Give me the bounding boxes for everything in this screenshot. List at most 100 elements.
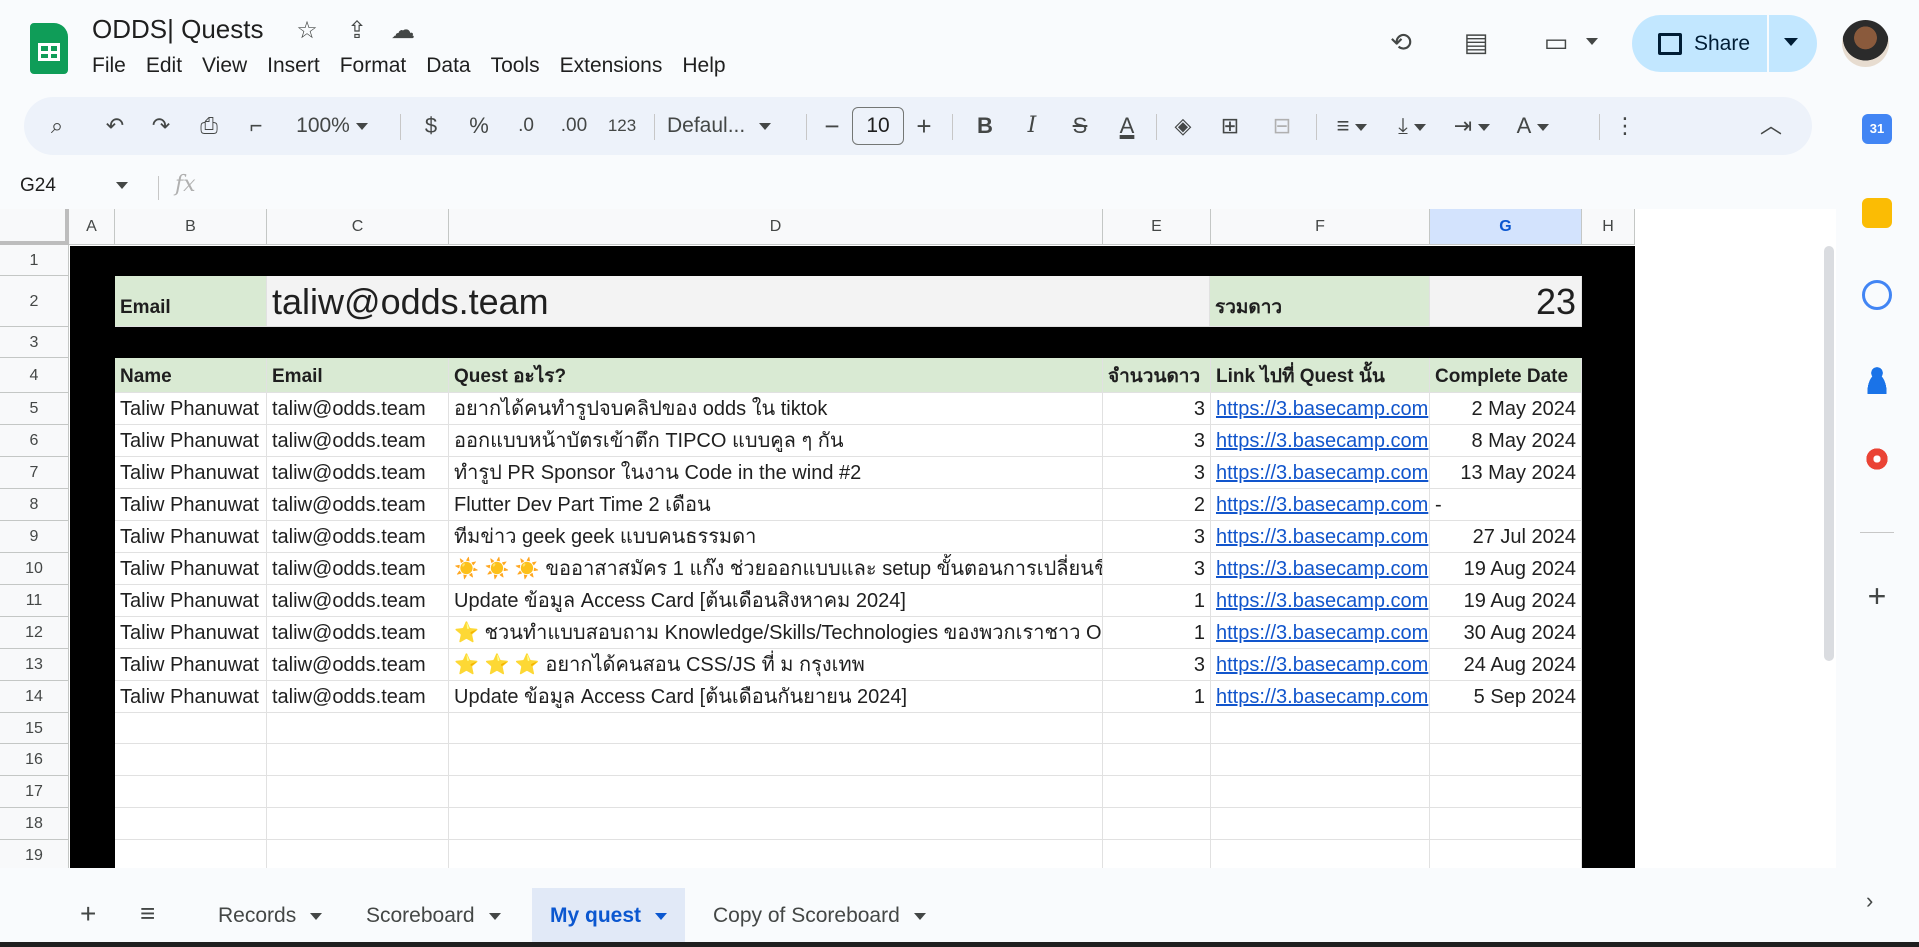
horizontal-align-icon[interactable]: ≡ xyxy=(1329,97,1375,155)
empty-cell[interactable] xyxy=(1430,744,1582,776)
version-history-icon[interactable]: ⟲ xyxy=(1381,22,1421,62)
chevron-down-icon[interactable] xyxy=(488,912,501,920)
table-cell-stars[interactable]: 3 xyxy=(1103,521,1211,553)
empty-cell[interactable] xyxy=(1211,776,1430,808)
font-select[interactable]: Defaul... xyxy=(667,97,797,155)
chevron-down-icon[interactable] xyxy=(310,912,323,920)
table-cell-date[interactable]: 2 May 2024 xyxy=(1430,393,1582,425)
strikethrough-button[interactable]: S xyxy=(1065,97,1095,155)
row-header-10[interactable]: 10 xyxy=(0,553,69,585)
table-cell-quest[interactable]: อยากได้คนทำรูปจบคลิปของ odds ใน tiktok xyxy=(449,393,1103,425)
vertical-scrollbar[interactable] xyxy=(1824,246,1834,661)
row-header-7[interactable]: 7 xyxy=(0,457,69,489)
bold-button[interactable]: B xyxy=(970,97,1000,155)
table-cell-date[interactable]: 19 Aug 2024 xyxy=(1430,553,1582,585)
sheet-tab-3[interactable]: Copy of Scoreboard xyxy=(695,888,944,943)
comments-icon[interactable]: ▤ xyxy=(1456,22,1496,62)
table-cell-name[interactable]: Taliw Phanuwat xyxy=(115,617,267,649)
table-cell-name[interactable]: Taliw Phanuwat xyxy=(115,489,267,521)
empty-cell[interactable] xyxy=(267,840,449,868)
table-header-4[interactable]: Link ไปที่ Quest นั้น xyxy=(1211,358,1430,393)
table-cell-email[interactable]: taliw@odds.team xyxy=(267,393,449,425)
empty-cell[interactable] xyxy=(115,744,267,776)
spreadsheet-grid[interactable]: A B C D E F G H 1 2 3 4 5 6 7 8 9 10 11 12 13 14 15 16 17 18 19 Ema… xyxy=(0,209,1836,868)
table-cell-link[interactable]: https://3.basecamp.com xyxy=(1211,681,1430,713)
zoom-select[interactable]: 100% xyxy=(286,97,378,155)
menu-tools[interactable]: Tools xyxy=(481,52,550,80)
font-size-input[interactable]: 10 xyxy=(852,107,904,145)
empty-cell[interactable] xyxy=(449,713,1103,744)
empty-cell[interactable] xyxy=(115,776,267,808)
row-header-3[interactable]: 3 xyxy=(0,327,69,358)
row-header-15[interactable]: 15 xyxy=(0,713,69,744)
share-dropdown-icon[interactable] xyxy=(1784,38,1798,46)
empty-cell[interactable] xyxy=(1211,744,1430,776)
text-color-button[interactable]: A xyxy=(1110,97,1144,155)
text-rotation-icon[interactable]: A xyxy=(1510,97,1556,155)
table-cell-date[interactable]: 5 Sep 2024 xyxy=(1430,681,1582,713)
table-cell-stars[interactable]: 3 xyxy=(1103,553,1211,585)
more-formats-button[interactable]: 123 xyxy=(602,97,642,155)
decrease-font-size-icon[interactable]: − xyxy=(817,97,847,155)
row-header-11[interactable]: 11 xyxy=(0,585,69,617)
chevron-down-icon[interactable] xyxy=(913,912,926,920)
table-cell-link[interactable]: https://3.basecamp.com xyxy=(1211,393,1430,425)
table-cell-email[interactable]: taliw@odds.team xyxy=(267,489,449,521)
meet-camera-icon[interactable]: ▭ xyxy=(1536,22,1576,62)
table-cell-name[interactable]: Taliw Phanuwat xyxy=(115,457,267,489)
italic-button[interactable]: I xyxy=(1017,97,1047,155)
sheet-tab-2[interactable]: My quest xyxy=(532,888,686,943)
empty-cell[interactable] xyxy=(1211,840,1430,868)
vertical-align-icon[interactable]: ⤓ xyxy=(1389,97,1435,155)
row-header-19[interactable]: 19 xyxy=(0,840,69,868)
chevron-down-icon[interactable] xyxy=(655,912,668,920)
table-cell-link[interactable]: https://3.basecamp.com xyxy=(1211,489,1430,521)
text-wrapping-icon[interactable]: ⇥ xyxy=(1449,97,1495,155)
formula-input[interactable] xyxy=(208,171,1808,203)
table-cell-link[interactable]: https://3.basecamp.com xyxy=(1211,425,1430,457)
table-cell-date[interactable]: - xyxy=(1430,489,1582,521)
percent-button[interactable]: % xyxy=(464,97,494,155)
borders-icon[interactable]: ⊞ xyxy=(1214,97,1246,155)
table-cell-stars[interactable]: 1 xyxy=(1103,681,1211,713)
table-header-3[interactable]: จำนวนดาว xyxy=(1103,358,1211,393)
column-header-g[interactable]: G xyxy=(1430,209,1582,245)
table-cell-link[interactable]: https://3.basecamp.com xyxy=(1211,521,1430,553)
empty-cell[interactable] xyxy=(267,713,449,744)
maps-icon[interactable] xyxy=(1862,447,1892,477)
show-side-panel-icon[interactable]: › xyxy=(1866,888,1873,914)
get-addons-icon[interactable]: + xyxy=(1862,578,1892,615)
empty-cell[interactable] xyxy=(1430,840,1582,868)
table-cell-date[interactable]: 30 Aug 2024 xyxy=(1430,617,1582,649)
table-cell-quest[interactable]: Update ข้อมูล Access Card [ต้นเดือนสิงหา… xyxy=(449,585,1103,617)
empty-cell[interactable] xyxy=(1430,713,1582,744)
collapse-toolbar-icon[interactable]: ︿ xyxy=(1756,97,1786,155)
increase-decimal-button[interactable]: .00 xyxy=(554,97,594,155)
row-header-18[interactable]: 18 xyxy=(0,808,69,840)
table-cell-email[interactable]: taliw@odds.team xyxy=(267,457,449,489)
empty-cell[interactable] xyxy=(1430,808,1582,840)
table-cell-link[interactable]: https://3.basecamp.com xyxy=(1211,649,1430,681)
menu-data[interactable]: Data xyxy=(416,52,480,80)
table-cell-name[interactable]: Taliw Phanuwat xyxy=(115,425,267,457)
empty-cell[interactable] xyxy=(115,808,267,840)
redo-icon[interactable]: ↷ xyxy=(146,97,176,155)
row-header-17[interactable]: 17 xyxy=(0,776,69,808)
table-cell-name[interactable]: Taliw Phanuwat xyxy=(115,649,267,681)
select-all-corner[interactable] xyxy=(0,209,69,245)
empty-cell[interactable] xyxy=(1430,776,1582,808)
row-header-14[interactable]: 14 xyxy=(0,681,69,713)
summary-email-value[interactable]: taliw@odds.team xyxy=(267,276,1210,327)
empty-cell[interactable] xyxy=(115,840,267,868)
row-header-8[interactable]: 8 xyxy=(0,489,69,521)
table-cell-email[interactable]: taliw@odds.team xyxy=(267,681,449,713)
table-cell-stars[interactable]: 1 xyxy=(1103,617,1211,649)
row-header-4[interactable]: 4 xyxy=(0,358,69,393)
add-sheet-icon[interactable]: + xyxy=(80,898,96,930)
table-cell-date[interactable]: 19 Aug 2024 xyxy=(1430,585,1582,617)
empty-cell[interactable] xyxy=(1103,840,1211,868)
table-cell-stars[interactable]: 2 xyxy=(1103,489,1211,521)
row-header-6[interactable]: 6 xyxy=(0,425,69,457)
table-cell-name[interactable]: Taliw Phanuwat xyxy=(115,521,267,553)
avatar[interactable] xyxy=(1842,20,1889,67)
